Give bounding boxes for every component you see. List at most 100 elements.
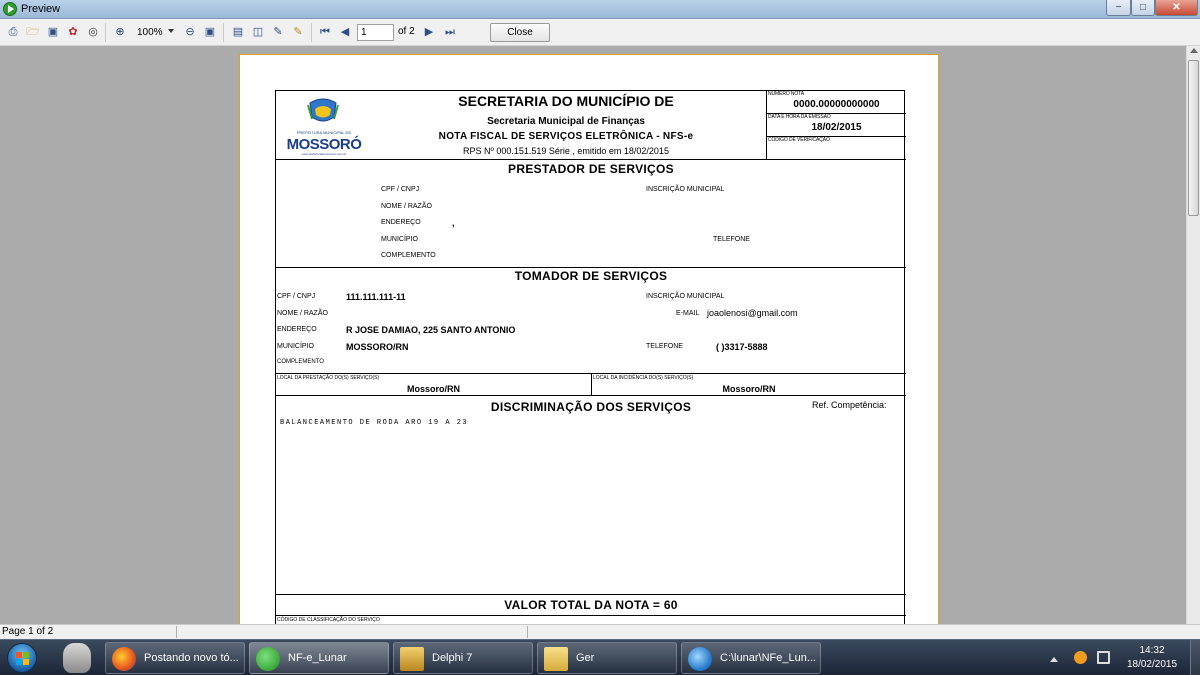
show-desktop-button[interactable] bbox=[1190, 640, 1200, 675]
document-type: NOTA FISCAL DE SERVIÇOS ELETRÔNICA - NFS… bbox=[438, 131, 694, 142]
close-window-button[interactable]: ✕ bbox=[1155, 0, 1198, 16]
action-center-icon[interactable] bbox=[1097, 651, 1110, 664]
toolbar-separator bbox=[105, 23, 106, 42]
logo-wordmark: MOSSORÓ bbox=[286, 136, 362, 153]
tomador-email-label: E-MAIL bbox=[676, 310, 700, 317]
local-prestacao-label: LOCAL DA PRESTAÇÃO DO(S) SERVIÇO(S) bbox=[277, 375, 380, 381]
windows-logo-icon bbox=[7, 643, 37, 673]
save-icon[interactable]: ▣ bbox=[46, 25, 60, 39]
document-viewer[interactable]: PREFEITURA MUNICIPAL DE MOSSORÓ www.pref… bbox=[0, 46, 1186, 624]
tomador-cpf-label: CPF / CNPJ bbox=[277, 293, 316, 300]
valor-total: VALOR TOTAL DA NOTA = 60 bbox=[504, 598, 678, 612]
page-number-input[interactable]: 1 bbox=[357, 24, 394, 41]
codigo-cell: CÓDIGO DE VERIFICAÇÃO bbox=[767, 137, 906, 160]
clock-time: 14:32 bbox=[1139, 645, 1165, 656]
zoom-out-icon[interactable]: ⊖ bbox=[183, 25, 197, 39]
tomador-endereco-label: ENDEREÇO bbox=[277, 326, 317, 333]
play-app-icon bbox=[3, 2, 17, 16]
codigo-label: CÓDIGO DE VERIFICAÇÃO bbox=[768, 137, 830, 143]
single-page-icon[interactable]: ▤ bbox=[231, 25, 245, 39]
taskbar-item-label: Postando novo tó... bbox=[144, 652, 239, 664]
open-folder-icon[interactable]: 🗁 bbox=[26, 25, 40, 39]
prestador-telefone-label: TELEFONE bbox=[713, 236, 750, 243]
numero-cell: NÚMERO NOTA 0000.00000000000 bbox=[767, 91, 906, 114]
section-divider bbox=[276, 594, 906, 595]
zoom-in-icon[interactable]: ⊕ bbox=[113, 25, 127, 39]
prestador-title: PRESTADOR DE SERVIÇOS bbox=[508, 162, 674, 176]
section-divider bbox=[276, 395, 906, 396]
tomador-complemento-label: COMPLEMENTO bbox=[277, 359, 324, 365]
next-page-icon[interactable]: ▶ bbox=[422, 25, 436, 39]
status-separator bbox=[527, 626, 528, 638]
first-page-icon[interactable]: ⏮ bbox=[318, 25, 332, 39]
classificacao-label: CÓDIGO DE CLASSIFICAÇÃO DO SERVIÇO bbox=[277, 617, 380, 623]
prestador-cpf-label: CPF / CNPJ bbox=[381, 186, 420, 193]
windows-taskbar: Postando novo tó... NF-e_Lunar Delphi 7 … bbox=[0, 639, 1200, 675]
tomador-title: TOMADOR DE SERVIÇOS bbox=[514, 269, 668, 283]
taskbar-item-ie[interactable]: C:\lunar\NFe_Lun... bbox=[681, 642, 821, 674]
logo-pane bbox=[16, 659, 22, 665]
tomador-cpf-value: 111.111.111-11 bbox=[346, 292, 406, 302]
vertical-scrollbar[interactable] bbox=[1186, 46, 1200, 624]
section-divider bbox=[276, 615, 906, 616]
tomador-endereco-value: R JOSE DAMIAO, 225 SANTO ANTONIO bbox=[346, 325, 516, 335]
local-prestacao-value: Mossoro/RN bbox=[406, 384, 460, 394]
multi-page-icon[interactable]: ◫ bbox=[251, 25, 265, 39]
nfse-document: PREFEITURA MUNICIPAL DE MOSSORÓ www.pref… bbox=[275, 90, 906, 624]
tomador-municipio-value: MOSSORO/RN bbox=[346, 342, 409, 352]
edit-page-icon[interactable]: ✎ bbox=[271, 25, 285, 39]
ref-competencia-label: Ref. Competência: bbox=[812, 400, 887, 410]
chevron-down-icon[interactable] bbox=[168, 29, 174, 33]
logo-pane bbox=[23, 652, 29, 658]
local-incidencia-label: LOCAL DA INCIDÊNCIA DO(S) SERVIÇO(S) bbox=[593, 375, 694, 381]
previous-page-icon[interactable]: ◀ bbox=[338, 25, 352, 39]
pinned-app-button[interactable] bbox=[55, 642, 100, 674]
statue-icon bbox=[63, 643, 91, 673]
clock-date: 18/02/2015 bbox=[1126, 659, 1178, 670]
local-incidencia-value: Mossoro/RN bbox=[722, 384, 776, 394]
numero-label: NÚMERO NOTA bbox=[768, 91, 805, 97]
prestador-complemento-label: COMPLEMENTO bbox=[381, 252, 436, 259]
scroll-up-icon[interactable] bbox=[1190, 48, 1198, 53]
prestador-inscricao-label: INSCRIÇÃO MUNICIPAL bbox=[646, 186, 725, 193]
taskbar-item-firefox[interactable]: Postando novo tó... bbox=[105, 642, 245, 674]
find-binoculars-icon[interactable]: ◎ bbox=[86, 25, 100, 39]
city-emblem-icon bbox=[307, 98, 339, 122]
scroll-thumb[interactable] bbox=[1188, 60, 1199, 216]
taskbar-item-delphi[interactable]: Delphi 7 bbox=[393, 642, 533, 674]
show-hidden-icons-icon[interactable] bbox=[1050, 657, 1058, 662]
mossoro-logo: PREFEITURA MUNICIPAL DE MOSSORÓ www.pref… bbox=[284, 97, 364, 156]
taskbar-item-label: C:\lunar\NFe_Lun... bbox=[720, 652, 816, 664]
prestador-endereco-value: , bbox=[452, 218, 455, 228]
maximize-button[interactable]: □ bbox=[1131, 0, 1155, 16]
section-divider bbox=[276, 267, 906, 268]
tomador-email-value: joaolenosi@gmail.com bbox=[707, 308, 798, 318]
close-button[interactable]: Close bbox=[490, 23, 550, 42]
data-emissao-label: DATA E HORA DA EMISSÃO bbox=[768, 114, 831, 120]
taskbar-item-explorer[interactable]: Ger bbox=[537, 642, 677, 674]
last-page-icon[interactable]: ⏭ bbox=[443, 25, 457, 39]
print-icon[interactable]: ⎙ bbox=[6, 25, 20, 39]
report-page: PREFEITURA MUNICIPAL DE MOSSORÓ www.pref… bbox=[239, 54, 939, 624]
window-titlebar[interactable]: Preview − □ ✕ bbox=[0, 0, 1200, 19]
internet-explorer-icon bbox=[688, 647, 712, 671]
page-total-label: of 2 bbox=[398, 26, 415, 37]
taskbar-item-label: NF-e_Lunar bbox=[288, 652, 347, 664]
taskbar-item-label: Delphi 7 bbox=[432, 652, 473, 664]
minimize-button[interactable]: − bbox=[1106, 0, 1131, 16]
play-app-icon bbox=[256, 647, 280, 671]
tomador-telefone-value: ( )3317-5888 bbox=[716, 342, 768, 352]
start-button[interactable] bbox=[3, 641, 43, 675]
fit-page-icon[interactable]: ▣ bbox=[203, 25, 217, 39]
tray-app-icon[interactable] bbox=[1074, 651, 1087, 664]
tomador-municipio-label: MUNICÍPIO bbox=[277, 343, 314, 350]
servico-description: BALANCEAMENTO DE RODA ARO 19 A 23 bbox=[280, 419, 469, 427]
numero-value: 0000.00000000000 bbox=[793, 99, 880, 110]
pdf-export-icon[interactable]: ✿ bbox=[66, 25, 80, 39]
prestador-municipio-label: MUNICÍPIO bbox=[381, 236, 418, 243]
taskbar-item-nfe-lunar[interactable]: NF-e_Lunar bbox=[249, 642, 389, 674]
system-clock[interactable]: 14:32 18/02/2015 bbox=[1118, 644, 1186, 672]
page-settings-icon[interactable]: ✎ bbox=[291, 25, 305, 39]
prestador-nome-label: NOME / RAZÃO bbox=[381, 203, 432, 210]
logo-pane bbox=[23, 659, 29, 665]
